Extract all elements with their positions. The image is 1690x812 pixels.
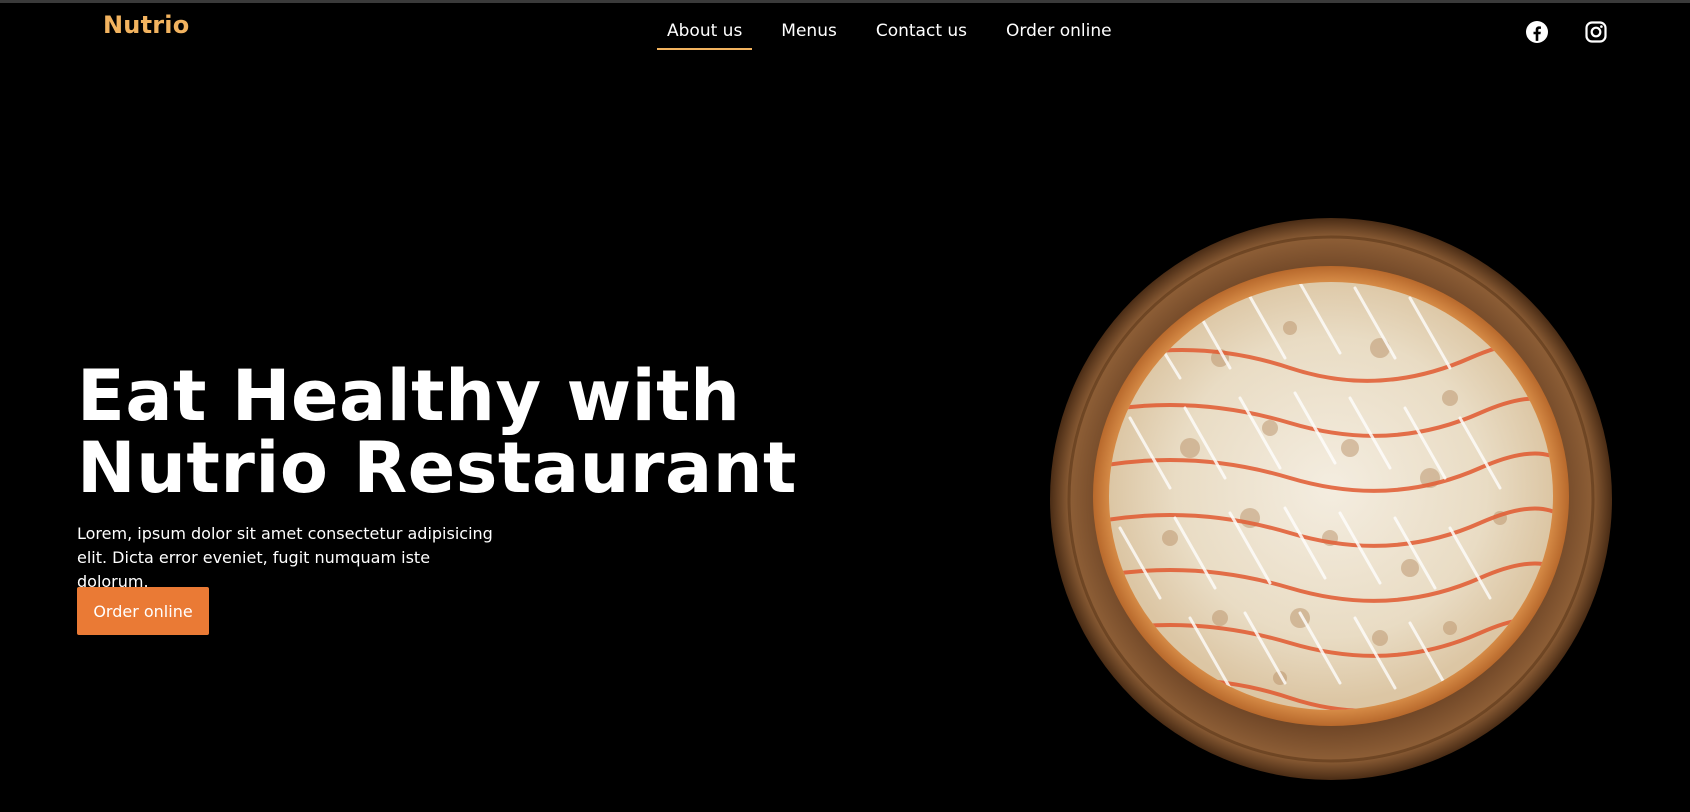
nav-item-order-online[interactable]: Order online <box>996 21 1122 50</box>
window-top-border <box>0 0 1690 3</box>
hero-description-line-1: Lorem, ipsum dolor sit amet consectetur … <box>77 524 493 543</box>
nav-item-contact-us[interactable]: Contact us <box>866 21 977 50</box>
facebook-icon[interactable] <box>1525 20 1549 44</box>
brand-logo[interactable]: Nutrio <box>103 11 189 39</box>
nav-item-about-us[interactable]: About us <box>657 21 753 50</box>
hero-title-line-2: Nutrio Restaurant <box>77 427 797 509</box>
hero-description: Lorem, ipsum dolor sit amet consectetur … <box>77 522 497 594</box>
social-links <box>1525 20 1608 44</box>
hero-description-line-2: elit. Dicta error eveniet, fugit numquam… <box>77 548 431 591</box>
pizza-illustration <box>1050 218 1612 780</box>
pizza-image <box>1050 218 1613 781</box>
order-online-button[interactable]: Order online <box>77 587 209 635</box>
instagram-icon[interactable] <box>1584 20 1608 44</box>
hero-title: Eat Healthy with Nutrio Restaurant <box>77 360 797 504</box>
main-nav: About us Menus Contact us Order online <box>657 21 1141 50</box>
hero-title-line-1: Eat Healthy with <box>77 355 741 437</box>
nav-item-menus[interactable]: Menus <box>771 21 847 50</box>
